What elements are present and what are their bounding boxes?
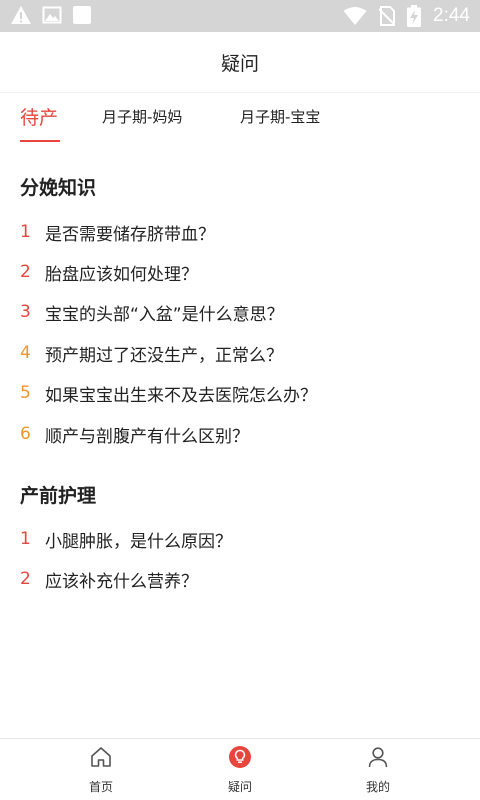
- question-item[interactable]: 3 宝宝的头部“入盆”是什么意思？: [20, 297, 460, 327]
- blank-square-icon: [73, 6, 91, 24]
- question-text: 如果宝宝出生来不及去医院怎么办？: [45, 385, 317, 406]
- battery-charging-icon: [407, 5, 422, 27]
- status-right-icons: 2:44: [343, 0, 470, 32]
- bottom-nav: 首页 疑问 我的: [0, 738, 480, 800]
- question-item[interactable]: 2 胎盘应该如何处理？: [20, 257, 460, 287]
- user-icon: [368, 747, 388, 768]
- question-bulb-icon: [229, 746, 251, 768]
- section-title-prenatal-care: 产前护理: [20, 485, 97, 507]
- category-tabs: 待产 月子期-妈妈 月子期-宝宝: [0, 94, 480, 144]
- question-number: 4: [20, 343, 31, 363]
- tab-postpartum-baby[interactable]: 月子期-宝宝: [240, 106, 320, 127]
- home-icon: [91, 747, 111, 767]
- question-number: 2: [20, 262, 31, 282]
- status-left-icons: [10, 5, 92, 25]
- wifi-icon: [343, 7, 367, 25]
- nav-mine[interactable]: 我的: [318, 739, 438, 800]
- question-item[interactable]: 2 应该补充什么营养？: [20, 564, 460, 594]
- status-time: 2:44: [433, 5, 470, 26]
- question-text: 宝宝的头部“入盆”是什么意思？: [45, 304, 284, 325]
- nav-question[interactable]: 疑问: [180, 739, 300, 800]
- question-number: 1: [20, 529, 31, 549]
- question-number: 2: [20, 569, 31, 589]
- image-icon: [42, 6, 62, 24]
- question-text: 是否需要储存脐带血？: [45, 224, 215, 245]
- question-text: 小腿肿胀，是什么原因？: [45, 531, 232, 552]
- nav-question-label: 疑问: [227, 780, 252, 794]
- page-title: 疑问: [220, 52, 259, 75]
- tab-pregnancy[interactable]: 待产: [20, 103, 58, 130]
- question-number: 6: [20, 424, 31, 444]
- nav-home-label: 首页: [88, 780, 113, 794]
- title-bar: 疑问: [0, 32, 480, 93]
- question-item[interactable]: 1 是否需要储存脐带血？: [20, 217, 460, 247]
- question-text: 应该补充什么营养？: [45, 571, 198, 592]
- question-item[interactable]: 6 顺产与剖腹产有什么区别？: [20, 419, 460, 449]
- question-text: 预产期过了还没生产，正常么？: [45, 345, 283, 366]
- section-title-delivery-knowledge: 分娩知识: [20, 177, 97, 199]
- warning-icon: [11, 6, 31, 24]
- question-number: 5: [20, 383, 31, 403]
- question-item[interactable]: 5 如果宝宝出生来不及去医院怎么办？: [20, 378, 460, 408]
- active-tab-indicator: [20, 140, 60, 142]
- question-number: 1: [20, 222, 31, 242]
- question-item[interactable]: 4 预产期过了还没生产，正常么？: [20, 338, 460, 368]
- nav-mine-label: 我的: [365, 780, 390, 794]
- question-text: 胎盘应该如何处理？: [45, 264, 198, 285]
- question-number: 3: [20, 302, 31, 322]
- question-item[interactable]: 1 小腿肿胀，是什么原因？: [20, 524, 460, 554]
- status-bar: 2:44: [0, 0, 480, 32]
- nav-home[interactable]: 首页: [41, 739, 161, 800]
- tab-postpartum-mother[interactable]: 月子期-妈妈: [102, 106, 182, 127]
- no-sim-icon: [379, 6, 396, 26]
- question-text: 顺产与剖腹产有什么区别？: [45, 426, 249, 447]
